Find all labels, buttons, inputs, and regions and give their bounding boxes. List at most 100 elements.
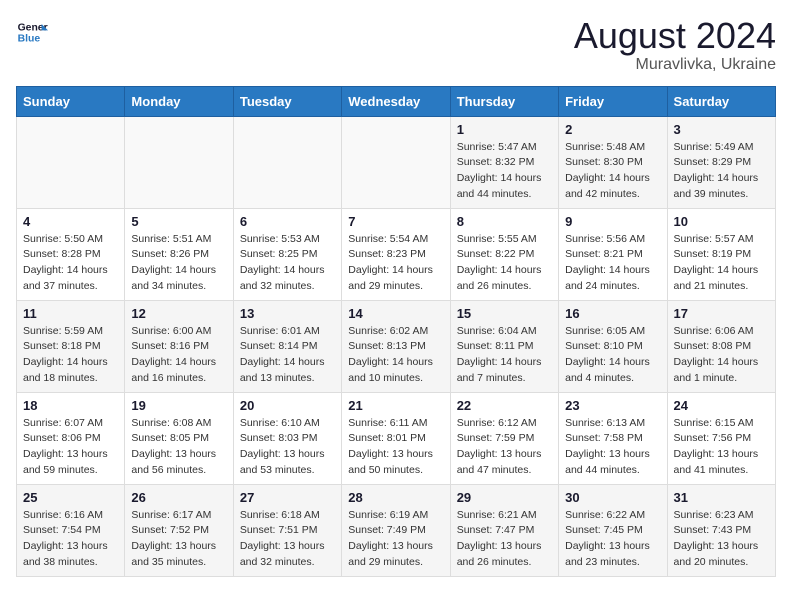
calendar-cell: 11Sunrise: 5:59 AMSunset: 8:18 PMDayligh… [17, 300, 125, 392]
day-info: Sunrise: 5:50 AMSunset: 8:28 PMDaylight:… [23, 232, 118, 295]
calendar-cell: 8 Sunrise: 5:55 AMSunset: 8:22 PMDaylight… [450, 208, 558, 300]
calendar-cell: 9 Sunrise: 5:56 AMSunset: 8:21 PMDaylight… [559, 208, 667, 300]
calendar-cell: 10Sunrise: 5:57 AMSunset: 8:19 PMDayligh… [667, 208, 775, 300]
day-info: Sunrise: 6:15 AMSunset: 7:56 PMDaylight:… [674, 416, 769, 479]
day-info: Sunrise: 5:55 AMSunset: 8:22 PMDaylight:… [457, 232, 552, 295]
day-info: Sunrise: 6:19 AMSunset: 7:49 PMDaylight:… [348, 508, 443, 571]
day-of-week-wednesday: Wednesday [342, 86, 450, 116]
month-year-title: August 2024 [574, 16, 776, 56]
day-info: Sunrise: 6:06 AMSunset: 8:08 PMDaylight:… [674, 324, 769, 387]
calendar-cell: 16 Sunrise: 6:05 AMSunset: 8:10 PMDayligh… [559, 300, 667, 392]
day-number: 16 [565, 306, 660, 321]
day-number: 1 [457, 122, 552, 137]
day-info: Sunrise: 6:10 AMSunset: 8:03 PMDaylight:… [240, 416, 335, 479]
day-info: Sunrise: 6:23 AMSunset: 7:43 PMDaylight:… [674, 508, 769, 571]
day-number: 12 [131, 306, 226, 321]
days-of-week-row: SundayMondayTuesdayWednesdayThursdayFrid… [17, 86, 776, 116]
week-row-1: 4Sunrise: 5:50 AMSunset: 8:28 PMDaylight… [17, 208, 776, 300]
day-number: 7 [348, 214, 443, 229]
day-info: Sunrise: 6:05 AMSunset: 8:10 PMDaylight:… [565, 324, 660, 387]
page-header: General Blue General Blue August 2024 Mu… [16, 16, 776, 74]
day-info: Sunrise: 6:17 AMSunset: 7:52 PMDaylight:… [131, 508, 226, 571]
calendar-cell: 19 Sunrise: 6:08 AMSunset: 8:05 PMDayligh… [125, 392, 233, 484]
calendar-cell: 14 Sunrise: 6:02 AMSunset: 8:13 PMDayligh… [342, 300, 450, 392]
day-number: 3 [674, 122, 769, 137]
day-info: Sunrise: 6:22 AMSunset: 7:45 PMDaylight:… [565, 508, 660, 571]
day-of-week-monday: Monday [125, 86, 233, 116]
week-row-3: 18 Sunrise: 6:07 AMSunset: 8:06 PMDayligh… [17, 392, 776, 484]
calendar-cell [342, 116, 450, 208]
logo-icon: General Blue [16, 16, 48, 48]
day-info: Sunrise: 5:56 AMSunset: 8:21 PMDaylight:… [565, 232, 660, 295]
day-info: Sunrise: 6:07 AMSunset: 8:06 PMDaylight:… [23, 416, 118, 479]
calendar-cell: 18 Sunrise: 6:07 AMSunset: 8:06 PMDayligh… [17, 392, 125, 484]
calendar-cell [17, 116, 125, 208]
day-number: 29 [457, 490, 552, 505]
calendar-cell: 3 Sunrise: 5:49 AMSunset: 8:29 PMDaylight… [667, 116, 775, 208]
calendar-cell: 27 Sunrise: 6:18 AMSunset: 7:51 PMDayligh… [233, 484, 341, 576]
calendar-cell: 25 Sunrise: 6:16 AMSunset: 7:54 PMDayligh… [17, 484, 125, 576]
day-info: Sunrise: 6:18 AMSunset: 7:51 PMDaylight:… [240, 508, 335, 571]
day-number: 27 [240, 490, 335, 505]
day-info: Sunrise: 5:54 AMSunset: 8:23 PMDaylight:… [348, 232, 443, 295]
calendar-cell: 23 Sunrise: 6:13 AMSunset: 7:58 PMDayligh… [559, 392, 667, 484]
day-info: Sunrise: 6:02 AMSunset: 8:13 PMDaylight:… [348, 324, 443, 387]
day-number: 14 [348, 306, 443, 321]
day-info: Sunrise: 5:51 AMSunset: 8:26 PMDaylight:… [131, 232, 226, 295]
day-info: Sunrise: 5:59 AMSunset: 8:18 PMDaylight:… [23, 324, 118, 387]
day-number: 6 [240, 214, 335, 229]
calendar-cell: 7 Sunrise: 5:54 AMSunset: 8:23 PMDaylight… [342, 208, 450, 300]
calendar-cell [233, 116, 341, 208]
calendar-table: SundayMondayTuesdayWednesdayThursdayFrid… [16, 86, 776, 577]
calendar-cell: 12 Sunrise: 6:00 AMSunset: 8:16 PMDayligh… [125, 300, 233, 392]
day-of-week-friday: Friday [559, 86, 667, 116]
calendar-cell: 2 Sunrise: 5:48 AMSunset: 8:30 PMDaylight… [559, 116, 667, 208]
day-of-week-sunday: Sunday [17, 86, 125, 116]
calendar-cell: 28Sunrise: 6:19 AMSunset: 7:49 PMDayligh… [342, 484, 450, 576]
day-number: 22 [457, 398, 552, 413]
day-info: Sunrise: 6:11 AMSunset: 8:01 PMDaylight:… [348, 416, 443, 479]
day-info: Sunrise: 5:49 AMSunset: 8:29 PMDaylight:… [674, 140, 769, 203]
day-number: 30 [565, 490, 660, 505]
calendar-cell: 4Sunrise: 5:50 AMSunset: 8:28 PMDaylight… [17, 208, 125, 300]
day-number: 2 [565, 122, 660, 137]
day-of-week-tuesday: Tuesday [233, 86, 341, 116]
svg-text:Blue: Blue [18, 34, 41, 45]
day-number: 31 [674, 490, 769, 505]
day-info: Sunrise: 6:16 AMSunset: 7:54 PMDaylight:… [23, 508, 118, 571]
calendar-cell: 24Sunrise: 6:15 AMSunset: 7:56 PMDayligh… [667, 392, 775, 484]
calendar-cell: 30 Sunrise: 6:22 AMSunset: 7:45 PMDayligh… [559, 484, 667, 576]
calendar-cell: 21Sunrise: 6:11 AMSunset: 8:01 PMDayligh… [342, 392, 450, 484]
calendar-cell: 13Sunrise: 6:01 AMSunset: 8:14 PMDayligh… [233, 300, 341, 392]
calendar-cell: 31 Sunrise: 6:23 AMSunset: 7:43 PMDayligh… [667, 484, 775, 576]
day-number: 10 [674, 214, 769, 229]
day-of-week-thursday: Thursday [450, 86, 558, 116]
week-row-0: 1 Sunrise: 5:47 AMSunset: 8:32 PMDaylight… [17, 116, 776, 208]
calendar-cell: 1 Sunrise: 5:47 AMSunset: 8:32 PMDaylight… [450, 116, 558, 208]
week-row-2: 11Sunrise: 5:59 AMSunset: 8:18 PMDayligh… [17, 300, 776, 392]
day-info: Sunrise: 5:48 AMSunset: 8:30 PMDaylight:… [565, 140, 660, 203]
day-number: 13 [240, 306, 335, 321]
day-number: 26 [131, 490, 226, 505]
calendar-cell: 5Sunrise: 5:51 AMSunset: 8:26 PMDaylight… [125, 208, 233, 300]
day-info: Sunrise: 6:00 AMSunset: 8:16 PMDaylight:… [131, 324, 226, 387]
week-row-4: 25 Sunrise: 6:16 AMSunset: 7:54 PMDayligh… [17, 484, 776, 576]
calendar-header: SundayMondayTuesdayWednesdayThursdayFrid… [17, 86, 776, 116]
day-of-week-saturday: Saturday [667, 86, 775, 116]
calendar-cell: 22Sunrise: 6:12 AMSunset: 7:59 PMDayligh… [450, 392, 558, 484]
day-number: 23 [565, 398, 660, 413]
day-info: Sunrise: 6:21 AMSunset: 7:47 PMDaylight:… [457, 508, 552, 571]
day-number: 9 [565, 214, 660, 229]
day-number: 19 [131, 398, 226, 413]
calendar-cell [125, 116, 233, 208]
calendar-body: 1 Sunrise: 5:47 AMSunset: 8:32 PMDaylight… [17, 116, 776, 576]
day-number: 18 [23, 398, 118, 413]
day-number: 25 [23, 490, 118, 505]
day-info: Sunrise: 6:08 AMSunset: 8:05 PMDaylight:… [131, 416, 226, 479]
day-number: 8 [457, 214, 552, 229]
day-info: Sunrise: 5:47 AMSunset: 8:32 PMDaylight:… [457, 140, 552, 203]
day-info: Sunrise: 5:53 AMSunset: 8:25 PMDaylight:… [240, 232, 335, 295]
location-title: Muravlivka, Ukraine [574, 56, 776, 74]
day-info: Sunrise: 6:13 AMSunset: 7:58 PMDaylight:… [565, 416, 660, 479]
calendar-cell: 6 Sunrise: 5:53 AMSunset: 8:25 PMDaylight… [233, 208, 341, 300]
